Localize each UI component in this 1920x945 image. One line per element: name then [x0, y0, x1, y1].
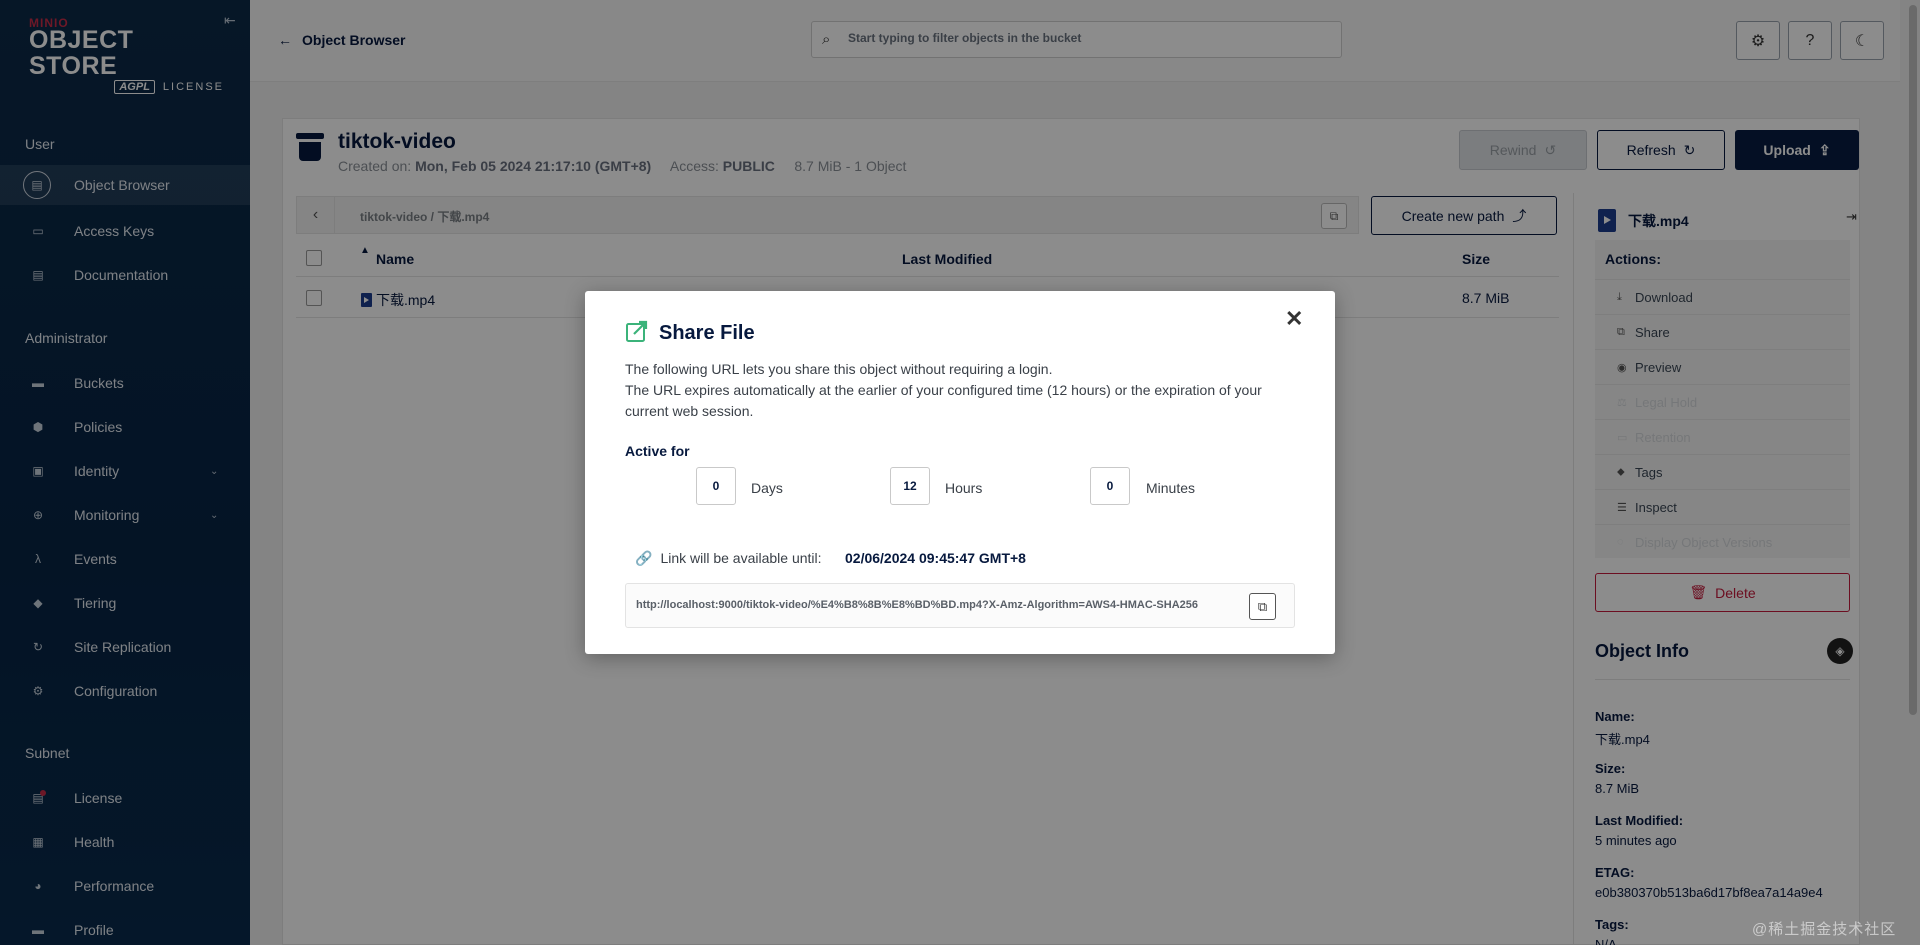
- minutes-input[interactable]: [1090, 467, 1130, 505]
- days-label: Days: [751, 480, 783, 496]
- link-expiry-label: 🔗 Link will be available until:: [635, 550, 822, 567]
- watermark: @稀土掘金技术社区: [1752, 921, 1897, 938]
- close-icon[interactable]: ✕: [1285, 306, 1303, 332]
- share-file-dialog: ✕ Share File The following URL lets you …: [585, 291, 1335, 654]
- hours-input[interactable]: [890, 467, 930, 505]
- days-input[interactable]: [696, 467, 736, 505]
- description-line-2: The URL expires automatically at the ear…: [625, 382, 1262, 419]
- share-icon: [626, 320, 648, 342]
- hours-label: Hours: [945, 480, 983, 496]
- link-expiry-value: 02/06/2024 09:45:47 GMT+8: [845, 550, 1026, 566]
- minutes-label: Minutes: [1146, 480, 1196, 496]
- copy-url-button[interactable]: ⧉: [1249, 593, 1276, 620]
- share-url-box: http://localhost:9000/tiktok-video/%E4%B…: [625, 583, 1295, 628]
- share-url[interactable]: http://localhost:9000/tiktok-video/%E4%B…: [636, 599, 1246, 611]
- until-text: Link will be available until:: [660, 550, 822, 566]
- dialog-description: The following URL lets you share this ob…: [625, 359, 1305, 422]
- dialog-title: Share File: [659, 322, 755, 344]
- link-icon: 🔗: [635, 550, 653, 566]
- active-for-label: Active for: [625, 443, 690, 459]
- copy-icon: ⧉: [1257, 598, 1268, 614]
- description-line-1: The following URL lets you share this ob…: [625, 361, 1053, 377]
